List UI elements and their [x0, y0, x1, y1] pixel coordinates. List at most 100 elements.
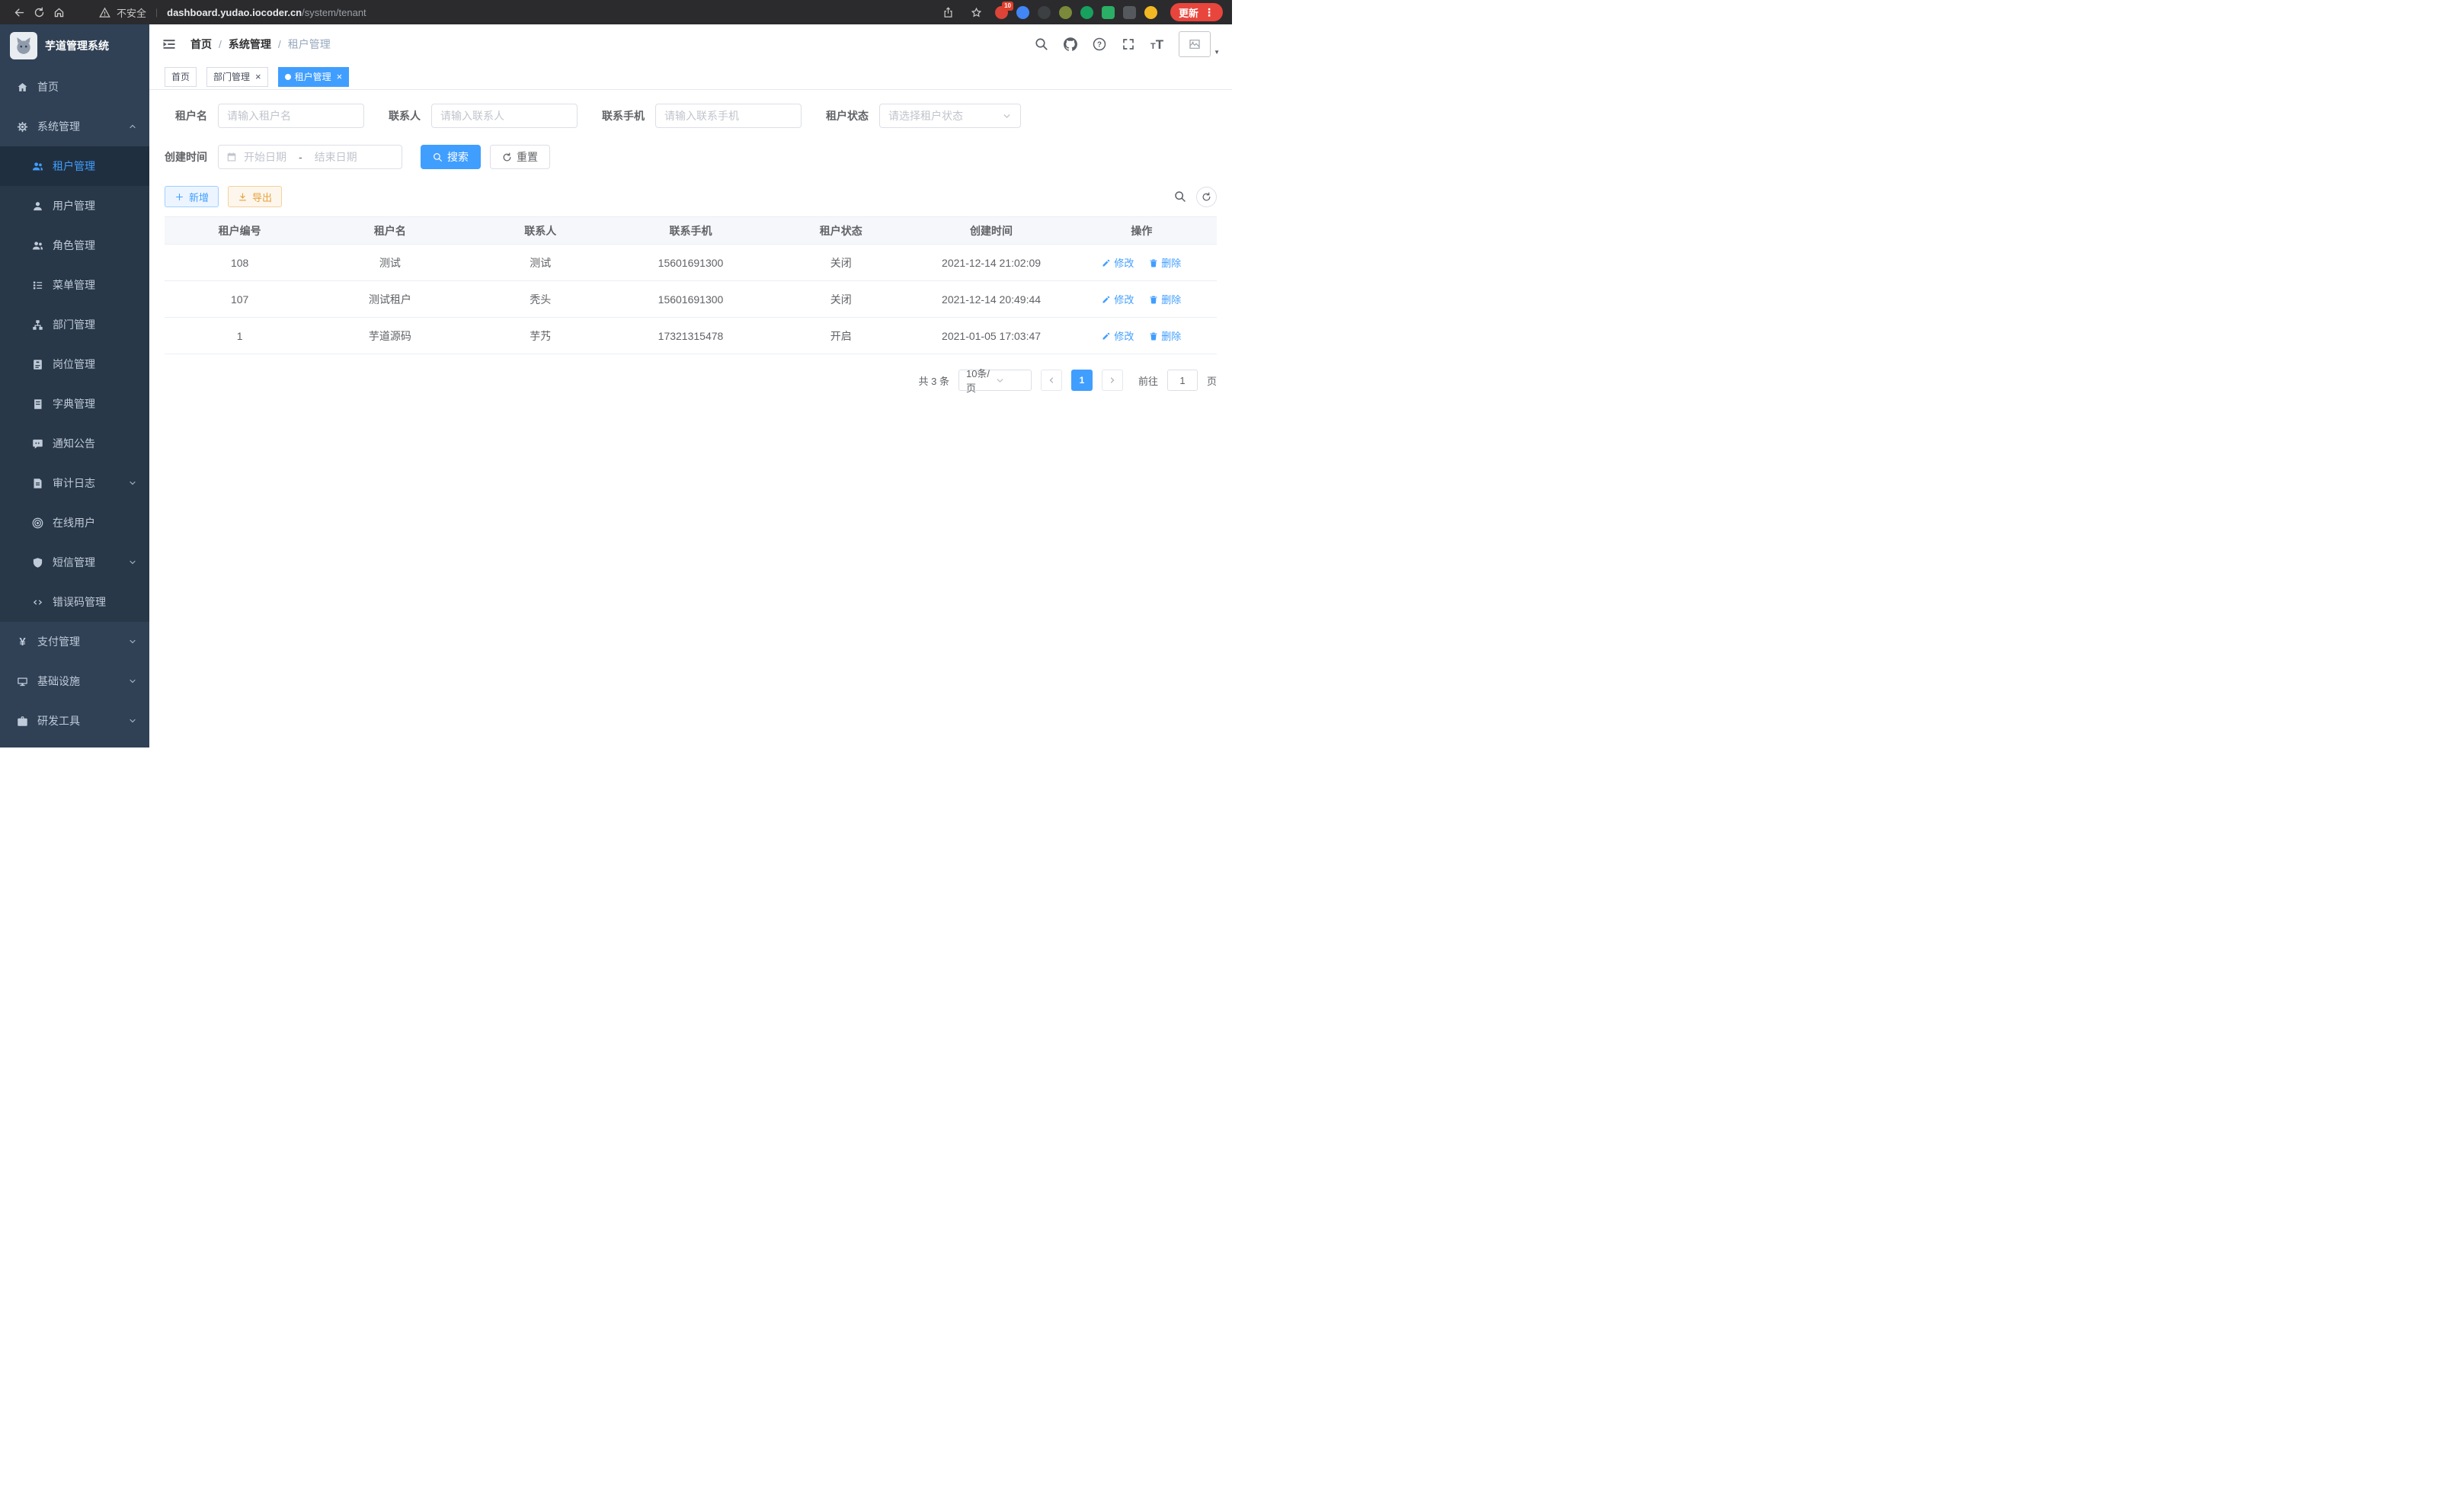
close-icon[interactable]: × [255, 72, 261, 82]
edit-icon [1102, 331, 1111, 341]
goto-page-input[interactable] [1167, 370, 1198, 391]
extension-icon[interactable] [1016, 6, 1029, 19]
menu-label: 系统管理 [37, 119, 80, 134]
create-time-label: 创建时间 [165, 149, 207, 165]
user-avatar[interactable]: ▼ [1179, 31, 1220, 57]
chevron-down-icon [128, 558, 137, 567]
extension-icon[interactable] [1080, 6, 1093, 19]
breadcrumb-home[interactable]: 首页 [190, 37, 212, 52]
sidebar-item-dict[interactable]: 字典管理 [0, 384, 149, 424]
online-user-icon [32, 517, 43, 529]
sidebar-item-menu[interactable]: 菜单管理 [0, 265, 149, 305]
sidebar-item-tenant[interactable]: 租户管理 [0, 146, 149, 186]
close-icon[interactable]: × [337, 72, 343, 82]
search-button[interactable]: 搜索 [421, 145, 481, 169]
sidebar-item-audit-log[interactable]: 审计日志 [0, 463, 149, 503]
browser-reload-icon[interactable] [29, 2, 49, 22]
sidebar-item-sms[interactable]: 短信管理 [0, 543, 149, 582]
cell-phone: 17321315478 [616, 318, 766, 354]
browser-update-button[interactable]: 更新 ⋮ [1170, 3, 1223, 21]
sidebar-item-system[interactable]: 系统管理 [0, 107, 149, 146]
add-button[interactable]: 新增 [165, 186, 219, 207]
search-icon[interactable] [1035, 37, 1048, 51]
fullscreen-icon[interactable] [1122, 37, 1135, 51]
extension-icon[interactable] [1144, 6, 1157, 19]
hamburger-icon[interactable] [162, 37, 177, 52]
tenant-name-input[interactable] [218, 104, 364, 128]
sidebar-item-error-code[interactable]: 错误码管理 [0, 582, 149, 622]
tab-home[interactable]: 首页 [165, 67, 197, 87]
sidebar-item-notice[interactable]: 通知公告 [0, 424, 149, 463]
help-icon[interactable] [1093, 37, 1106, 51]
address-separator: | [155, 7, 158, 18]
address-bar[interactable]: 不安全 | dashboard.yudao.iocoder.cn/system/… [99, 5, 939, 20]
puzzle-extension-icon[interactable] [1123, 6, 1136, 19]
toggle-search-icon[interactable] [1174, 190, 1186, 203]
extension-icon[interactable] [1038, 6, 1051, 19]
refresh-table-icon[interactable] [1196, 187, 1217, 207]
edit-icon [1102, 295, 1111, 304]
tenant-status-select[interactable]: 请选择租户状态 [879, 104, 1021, 128]
delete-label: 删除 [1161, 328, 1181, 343]
font-size-icon[interactable]: TT [1150, 38, 1163, 51]
sidebar-item-home[interactable]: 首页 [0, 67, 149, 107]
sidebar-item-online-user[interactable]: 在线用户 [0, 503, 149, 543]
share-icon[interactable] [939, 2, 958, 22]
prev-page-button[interactable] [1041, 370, 1062, 391]
sidebar-item-role[interactable]: 角色管理 [0, 226, 149, 265]
extension-icon[interactable] [1059, 6, 1072, 19]
cell-tenant-name: 测试租户 [315, 281, 465, 318]
contact-input[interactable] [431, 104, 578, 128]
page-size-select[interactable]: 10条/页 [958, 370, 1032, 391]
sidebar-item-dev-tools[interactable]: 研发工具 [0, 701, 149, 741]
bookmark-star-icon[interactable] [967, 2, 987, 22]
breadcrumb-section[interactable]: 系统管理 [229, 37, 271, 52]
table-header-row: 租户编号 租户名 联系人 联系手机 租户状态 创建时间 操作 [165, 217, 1217, 245]
reset-button[interactable]: 重置 [490, 145, 550, 169]
browser-back-icon[interactable] [9, 2, 29, 22]
col-contact: 联系人 [466, 217, 616, 245]
url-text: dashboard.yudao.iocoder.cn/system/tenant [167, 7, 366, 18]
sidebar-menu: 首页 系统管理 租户管理 用户管理 角色管理 菜单管理 [0, 67, 149, 748]
trash-icon [1149, 295, 1158, 304]
edit-link[interactable]: 修改 [1102, 292, 1134, 306]
dict-book-icon [32, 399, 43, 410]
phone-input[interactable] [655, 104, 802, 128]
security-label[interactable]: 不安全 [117, 5, 146, 20]
delete-link[interactable]: 删除 [1149, 328, 1181, 343]
dev-tool-icon [17, 715, 28, 727]
cell-tenant-id: 107 [165, 281, 315, 318]
app-logo[interactable]: 芋道管理系统 [0, 24, 149, 67]
delete-link[interactable]: 删除 [1149, 292, 1181, 306]
tenant-users-icon [32, 161, 43, 172]
delete-label: 删除 [1161, 255, 1181, 270]
extension-icon[interactable] [1102, 6, 1115, 19]
chevron-down-icon [128, 716, 137, 725]
export-button[interactable]: 导出 [228, 186, 282, 207]
next-page-button[interactable] [1102, 370, 1123, 391]
tab-dept[interactable]: 部门管理 × [206, 67, 268, 87]
app-header: 首页 / 系统管理 / 租户管理 TT ▼ [149, 24, 1232, 64]
page-1-button[interactable]: 1 [1071, 370, 1093, 391]
edit-link[interactable]: 修改 [1102, 255, 1134, 270]
sidebar-item-payment[interactable]: ¥ 支付管理 [0, 622, 149, 661]
gear-icon [17, 121, 28, 133]
sidebar-item-post[interactable]: 岗位管理 [0, 344, 149, 384]
create-time-range-picker[interactable]: 开始日期 - 结束日期 [218, 145, 402, 169]
cell-tenant-name: 测试 [315, 245, 465, 281]
sidebar-item-user[interactable]: 用户管理 [0, 186, 149, 226]
edit-link[interactable]: 修改 [1102, 328, 1134, 343]
extension-icon[interactable]: 10 [995, 6, 1008, 19]
logo-image [10, 32, 37, 59]
github-icon[interactable] [1064, 37, 1077, 51]
menu-label: 字典管理 [53, 396, 95, 411]
download-icon [238, 192, 248, 202]
tab-tenant[interactable]: 租户管理 × [278, 67, 350, 87]
sidebar-item-infra[interactable]: 基础设施 [0, 661, 149, 701]
edit-label: 修改 [1114, 292, 1134, 306]
delete-link[interactable]: 删除 [1149, 255, 1181, 270]
kebab-menu-icon[interactable]: ⋮ [1204, 7, 1214, 18]
sidebar-item-dept[interactable]: 部门管理 [0, 305, 149, 344]
breadcrumb: 首页 / 系统管理 / 租户管理 [190, 37, 331, 52]
browser-home-icon[interactable] [49, 2, 69, 22]
